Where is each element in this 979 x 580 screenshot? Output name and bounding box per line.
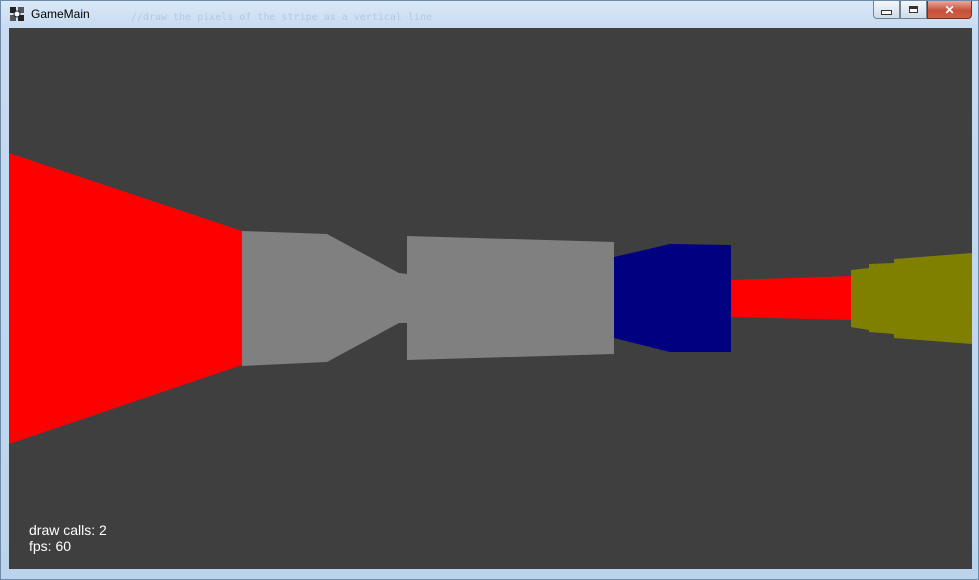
close-button[interactable]: ✕	[927, 1, 972, 19]
close-icon: ✕	[944, 2, 955, 17]
window-title: GameMain	[31, 7, 90, 21]
maximize-button[interactable]	[900, 1, 927, 19]
wall-navy	[614, 244, 731, 352]
title-bar[interactable]: GameMain //draw the pixels of the stripe…	[1, 1, 978, 27]
background-editor-text: //draw the pixels of the stripe as a ver…	[131, 12, 433, 23]
wall-olive	[851, 253, 972, 344]
minimize-icon	[881, 10, 892, 15]
app-icon	[10, 7, 24, 21]
raycast-scene	[9, 28, 972, 569]
draw-calls-text: draw calls: 2	[29, 522, 107, 538]
window-controls: ✕	[873, 1, 972, 19]
game-window: GameMain //draw the pixels of the stripe…	[0, 0, 979, 580]
fps-text: fps: 60	[29, 538, 72, 554]
wall-gray-right	[407, 236, 614, 360]
hud-stats: draw calls: 2 fps: 60	[29, 522, 107, 554]
game-viewport[interactable]: draw calls: 2 fps: 60	[9, 28, 972, 569]
wall-red-far	[731, 276, 851, 320]
maximize-icon	[909, 6, 918, 13]
minimize-button[interactable]	[873, 1, 900, 19]
